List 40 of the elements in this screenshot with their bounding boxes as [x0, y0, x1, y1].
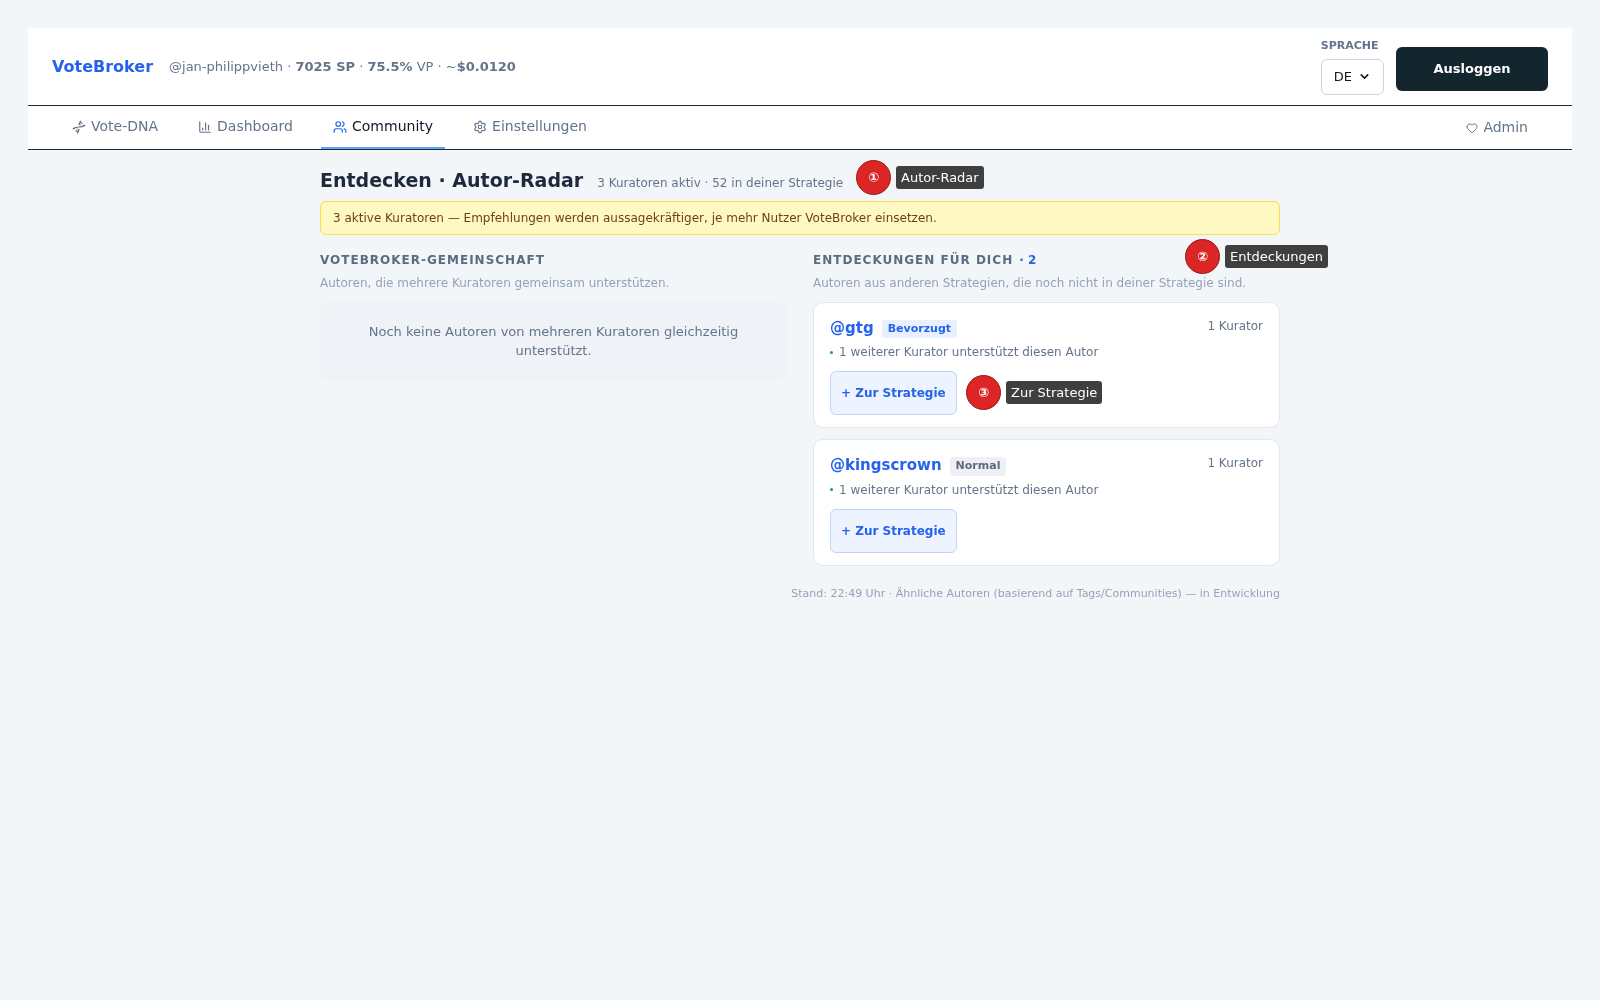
language-label: SPRACHE	[1320, 38, 1380, 55]
support-note: 1 weiterer Kurator unterstützt diesen Autor	[839, 481, 1099, 499]
section-heading: ENTDECKUNGEN FÜR DICH	[813, 251, 1014, 269]
support-note: 1 weiterer Kurator unterstützt diesen Autor	[839, 344, 1099, 361]
logout-button[interactable]: Ausloggen	[1396, 46, 1548, 91]
author-tag: Normal	[949, 457, 1007, 476]
language-select[interactable]: DE	[1320, 58, 1384, 95]
section-heading: VOTEBROKER-GEMEINSCHAFT	[320, 251, 546, 269]
curator-count: 1 Kurator	[1207, 455, 1263, 472]
section-description: Autoren, die mehrere Kuratoren gemeinsam unterstützen.	[320, 274, 671, 292]
tab-icon	[333, 119, 347, 134]
annotation-label: Zur Strategie	[1006, 380, 1103, 405]
heart-icon	[1466, 121, 1479, 134]
annotation-marker: ①	[856, 160, 891, 195]
section-description: Autoren aus anderen Strategien, die noch nicht in deiner Strategie sind.	[813, 274, 1248, 292]
empty-state: Noch keine Autoren von mehreren Kuratoren gleichzeitig unterstützt.	[320, 301, 787, 381]
notice-banner: 3 aktive Kuratoren — Empfehlungen werden aussagekräftiger, je mehr Nutzer VoteBroker einsetzen.	[320, 200, 1280, 235]
page-subtitle: 3 Kuratoren aktiv · 52 in deiner Strategie	[597, 175, 844, 192]
tab-icon	[72, 119, 86, 134]
tab-icon	[198, 119, 213, 134]
add-to-strategy-button[interactable]: + Zur Strategie	[830, 508, 957, 553]
add-to-strategy-button[interactable]: + Zur Strategie	[830, 371, 957, 415]
page-title: Entdecken · Autor-Radar	[320, 168, 584, 193]
account-stats: @jan-philippvieth · 7025 SP · 75.5% VP · ~$0.0120	[169, 57, 516, 76]
tab-icon	[473, 119, 488, 134]
brand-logo[interactable]: VoteBroker	[52, 54, 154, 79]
nav-tab[interactable]: Community	[321, 106, 446, 149]
nav-tab[interactable]: Dashboard	[186, 106, 305, 149]
annotation-label: Autor-Radar	[896, 165, 984, 190]
author-handle[interactable]: @gtg	[830, 316, 874, 339]
author-handle[interactable]: @kingscrown	[830, 454, 942, 477]
footer-note: Stand: 22:49 Uhr · Ähnliche Autoren (basierend auf Tags/Communities) — in Entwicklung	[790, 585, 1280, 602]
author-tag: Bevorzugt	[881, 319, 958, 338]
annotation-label: Entdeckungen	[1225, 244, 1329, 269]
admin-link[interactable]: Admin	[1466, 117, 1528, 138]
count-label: · 2	[1019, 251, 1037, 269]
annotation-marker: ②	[1185, 239, 1220, 274]
curator-count: 1 Kurator	[1207, 317, 1263, 335]
nav-tab[interactable]: Vote-DNA	[60, 106, 171, 149]
nav-tab[interactable]: Einstellungen	[461, 106, 599, 149]
